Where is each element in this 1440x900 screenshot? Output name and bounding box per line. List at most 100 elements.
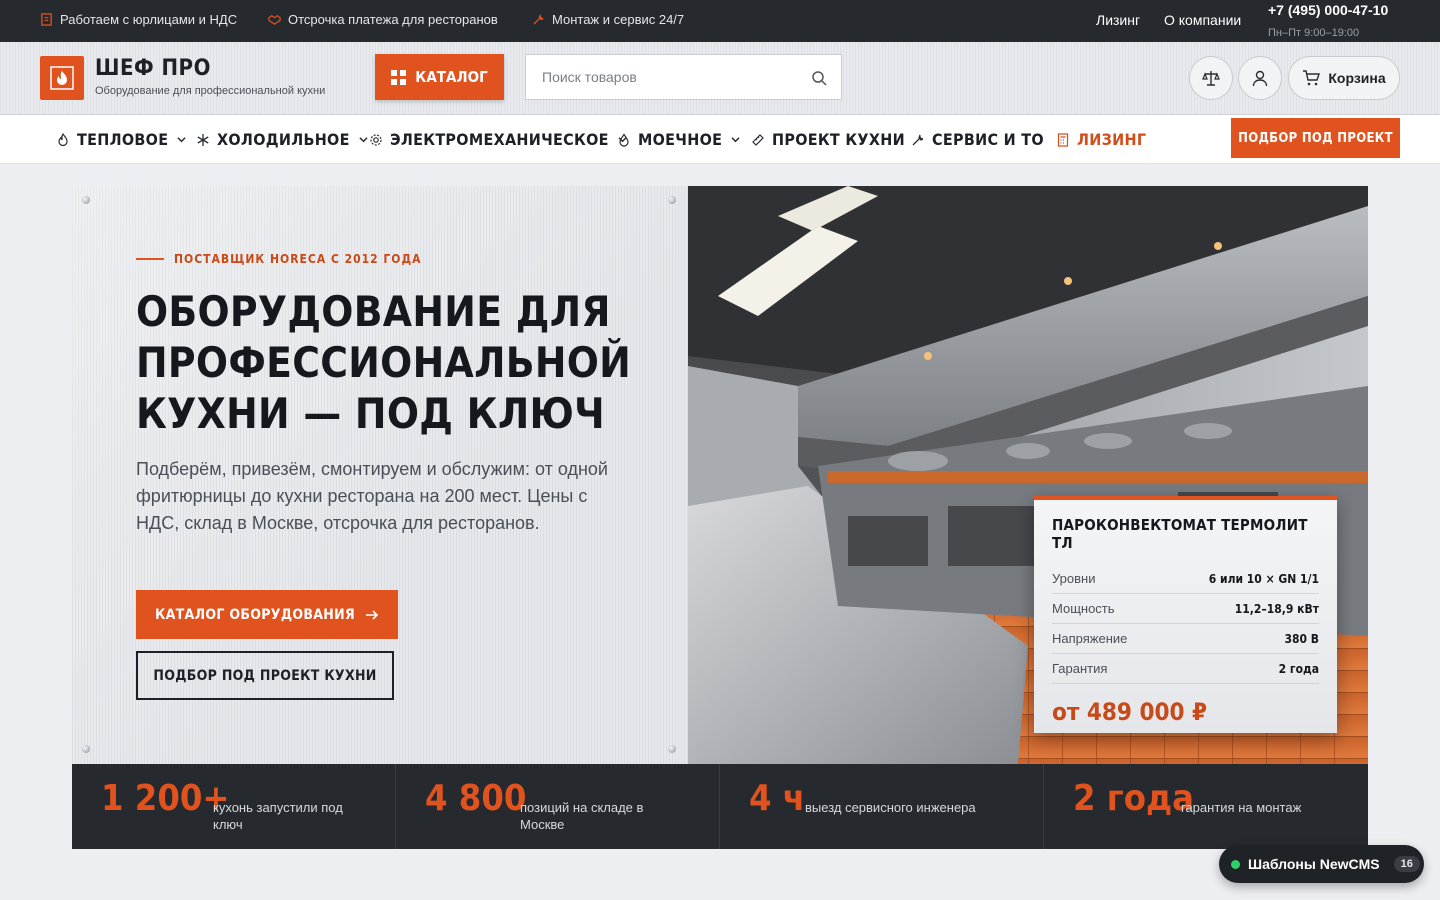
product-price: от 489 000 ₽ [1052, 698, 1208, 726]
perk-label: Монтаж и сервис 24/7 [552, 12, 685, 27]
cart-icon [1303, 70, 1321, 86]
wrench-icon [533, 14, 544, 25]
rivet-decoration [82, 196, 90, 204]
spec-key: Уровни [1052, 571, 1096, 586]
main-navigation: ТЕПЛОВОЕ ХОЛОДИЛЬНОЕ ЭЛЕКТРОМЕХАНИЧЕСКОЕ… [0, 115, 1440, 164]
scales-icon [1202, 71, 1220, 86]
stats-bar: 1 200+ кухонь запустили под ключ 4 800 п… [72, 764, 1368, 849]
user-icon [1252, 70, 1268, 87]
project-selection-button[interactable]: ПОДБОР ПОД ПРОЕКТ [1231, 118, 1400, 158]
spec-row: Мощность 11,2–18,9 кВт [1052, 594, 1319, 624]
nav-item-dishwashing[interactable]: МОЕЧНОЕ [617, 130, 740, 149]
stat-item: 4 ч выезд сервисного инженера [720, 764, 1044, 849]
hero-eyebrow: ПОСТАВЩИК HORECA С 2012 ГОДА [136, 252, 421, 266]
search-icon[interactable] [811, 70, 827, 86]
snowflake-icon [197, 133, 209, 146]
nav-item-leasing[interactable]: ЛИЗИНГ [1056, 130, 1146, 149]
catalog-label: КАТАЛОГ [415, 68, 488, 86]
stat-item: 2 года гарантия на монтаж [1044, 764, 1368, 849]
perk-label: Работаем с юрлицами и НДС [60, 12, 238, 27]
hero-title: ОБОРУДОВАНИЕ ДЛЯ ПРОФЕССИОНАЛЬНОЙ КУХНИ … [136, 287, 632, 438]
stat-number: 4 ч [749, 778, 806, 819]
kitchen-project-button[interactable]: ПОДБОР ПОД ПРОЕКТ КУХНИ [136, 651, 394, 700]
nav-label: ХОЛОДИЛЬНОЕ [217, 130, 350, 149]
spec-value: 2 года [1278, 661, 1319, 676]
site-header: ШЕФ ПРО Оборудование для профессионально… [0, 42, 1440, 115]
cart-label: Корзина [1328, 70, 1386, 86]
nav-item-electromechanical[interactable]: ЭЛЕКТРОМЕХАНИЧЕСКОЕ [369, 130, 627, 149]
product-title: ПАРОКОНВЕКТОМАТ ТЕРМОЛИТ ТЛ [1052, 516, 1308, 552]
templates-badge[interactable]: Шаблоны NewCMS 16 [1219, 845, 1424, 883]
chevron-down-icon [177, 137, 186, 143]
eyebrow-text: ПОСТАВЩИК HORECA С 2012 ГОДА [174, 252, 422, 266]
gear-icon [370, 133, 382, 146]
logo[interactable] [40, 56, 84, 100]
stat-number: 2 года [1073, 778, 1194, 819]
handshake-icon [268, 15, 281, 25]
logo-subtitle: Оборудование для профессиональной кухни [95, 85, 326, 97]
nav-label: ЛИЗИНГ [1077, 130, 1147, 149]
flame-icon [50, 66, 74, 90]
spec-key: Мощность [1052, 601, 1115, 616]
perk-legal-entities: Работаем с юрлицами и НДС [40, 12, 237, 27]
online-dot-icon [1231, 859, 1240, 869]
compare-button[interactable] [1189, 56, 1233, 100]
spec-row: Гарантия 2 года [1052, 654, 1319, 684]
rivet-decoration [668, 196, 676, 204]
nav-item-service[interactable]: СЕРВИС И ТО [911, 130, 1044, 149]
spec-value: 11,2–18,9 кВт [1234, 601, 1319, 616]
search-box [525, 54, 842, 100]
eyebrow-dash [136, 258, 164, 260]
stat-label: гарантия на монтаж [1181, 800, 1302, 815]
stat-item: 1 200+ кухонь запустили под ключ [72, 764, 396, 849]
stat-number: 1 200+ [101, 778, 230, 819]
spec-value: 380 В [1284, 631, 1319, 646]
rivet-decoration [668, 745, 676, 753]
toplink-about[interactable]: О компании [1164, 12, 1241, 28]
badge-label: Шаблоны NewCMS [1248, 856, 1380, 872]
logo-title[interactable]: ШЕФ ПРО [95, 56, 211, 81]
perk-deferred-payment: Отсрочка платежа для ресторанов [268, 12, 498, 27]
nav-item-kitchen-project[interactable]: ПРОЕКТ КУХНИ [751, 130, 905, 149]
search-input[interactable] [526, 55, 786, 99]
nav-label: ПРОЕКТ КУХНИ [772, 130, 905, 149]
spec-row: Уровни 6 или 10 × GN 1/1 [1052, 564, 1319, 594]
nav-label: ТЕПЛОВОЕ [77, 130, 169, 149]
stat-label: позиций на складе в Москве [520, 800, 644, 832]
nav-item-refrigeration[interactable]: ХОЛОДИЛЬНОЕ [196, 130, 368, 149]
cart-button[interactable]: Корзина [1288, 56, 1400, 100]
badge-count: 16 [1393, 856, 1420, 872]
stat-item: 4 800 позиций на складе в Москве [396, 764, 720, 849]
nav-item-thermal[interactable]: ТЕПЛОВОЕ [56, 130, 186, 149]
phone-number[interactable]: +7 (495) 000-47-10 [1268, 2, 1388, 18]
hero-description: Подберём, привезём, смонтируем и обслужи… [136, 459, 608, 533]
chevron-down-icon [731, 137, 740, 143]
spec-key: Гарантия [1052, 661, 1108, 676]
stat-label: выезд сервисного инженера [805, 800, 976, 815]
rivet-decoration [82, 745, 90, 753]
droplet-icon [619, 132, 629, 147]
perk-service: Монтаж и сервис 24/7 [532, 12, 684, 27]
document-icon [41, 13, 52, 26]
spec-value: 6 или 10 × GN 1/1 [1208, 571, 1319, 586]
top-bar: Работаем с юрлицами и НДС Отсрочка плате… [0, 0, 1440, 42]
nav-label: ЭЛЕКТРОМЕХАНИЧЕСКОЕ [390, 130, 609, 149]
catalog-equipment-button[interactable]: КАТАЛОГ ОБОРУДОВАНИЯ [136, 590, 398, 639]
wrench-icon [912, 134, 924, 145]
arrow-right-icon [365, 609, 379, 620]
button-label: КАТАЛОГ ОБОРУДОВАНИЯ [155, 606, 355, 623]
account-button[interactable] [1238, 56, 1282, 100]
stat-label: кухонь запустили под ключ [213, 800, 343, 832]
product-spec-card[interactable]: ПАРОКОНВЕКТОМАТ ТЕРМОЛИТ ТЛ Уровни 6 или… [1034, 496, 1337, 733]
calculator-icon [1057, 132, 1069, 147]
toplink-leasing[interactable]: Лизинг [1096, 12, 1140, 28]
nav-label: СЕРВИС И ТО [932, 130, 1044, 149]
perk-label: Отсрочка платежа для ресторанов [288, 12, 498, 27]
chevron-down-icon [359, 137, 368, 143]
catalog-button[interactable]: КАТАЛОГ [375, 54, 504, 100]
nav-label: МОЕЧНОЕ [638, 130, 723, 149]
ruler-icon [752, 133, 764, 146]
spec-key: Напряжение [1052, 631, 1128, 646]
flame-icon [58, 132, 68, 146]
stat-number: 4 800 [425, 778, 527, 819]
